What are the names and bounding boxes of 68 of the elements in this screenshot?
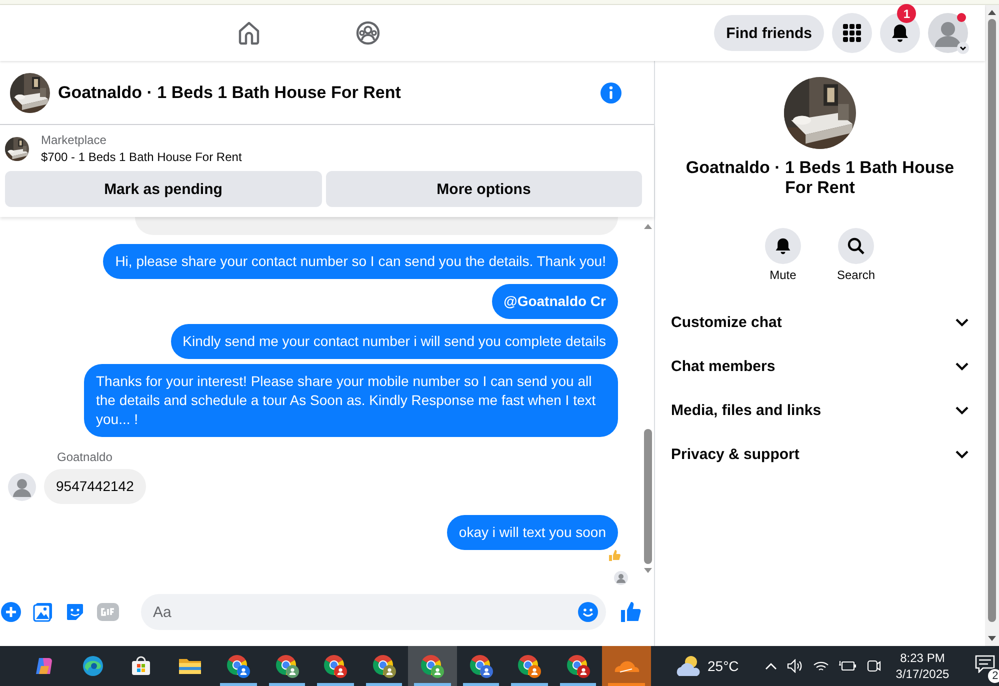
find-friends-button[interactable]: Find friends — [714, 15, 824, 51]
section-title: Media, files and links — [671, 402, 822, 418]
bell-icon — [774, 237, 792, 255]
seen-avatar-icon — [614, 571, 628, 585]
message-bubble: Hi, please share your contact number so I can send you the details. Thank you! — [103, 244, 618, 279]
section-header[interactable]: Chat members — [671, 344, 969, 388]
button-label: Search — [836, 268, 876, 282]
image-icon[interactable] — [33, 602, 53, 622]
taskbar-app[interactable] — [408, 646, 456, 686]
search-icon — [847, 237, 865, 255]
clock[interactable]: 8:23 PM 3/17/2025 — [896, 650, 950, 682]
listing-title: $700 - 1 Beds 1 Bath House For Rent — [41, 150, 242, 164]
thumbs-up-icon[interactable] — [620, 601, 642, 623]
home-icon[interactable] — [236, 20, 262, 46]
chevron-up-icon[interactable] — [764, 662, 777, 670]
info-icon[interactable] — [600, 82, 622, 104]
chat-title: Goatnaldo · 1 Beds 1 Bath House For Rent — [58, 82, 401, 102]
listing-source: Marketplace — [41, 133, 108, 147]
sender-name: Goatnaldo — [57, 450, 114, 464]
message-bubble: Thanks for your interest! Please share your mobile number so I can send you all the details and schedule a tour As Soon as. Kindly Response me fast when I text you... ! — [84, 364, 618, 437]
section-header[interactable]: Customize chat — [671, 300, 969, 344]
battery-icon[interactable] — [838, 660, 857, 672]
wifi-icon[interactable] — [812, 659, 829, 673]
message-input[interactable]: Aa — [141, 594, 606, 630]
section-header[interactable]: Media, files and links — [671, 388, 969, 432]
message-bubble: Kindly send me your contact number i will send you complete details — [170, 324, 618, 359]
grid-icon — [842, 23, 862, 43]
chevron-down-icon — [955, 450, 969, 458]
camera-icon[interactable] — [866, 659, 881, 673]
section-title: Privacy & support — [671, 446, 800, 462]
action-button[interactable]: More options — [326, 171, 642, 207]
scroll-down-icon[interactable] — [988, 636, 996, 642]
cloud-icon — [612, 658, 640, 674]
bell-icon — [890, 23, 910, 43]
section-title: Chat members — [671, 358, 776, 374]
wave-icon — [82, 655, 104, 677]
thumbs-up-reaction-icon — [605, 546, 623, 564]
chevron-down-icon — [955, 406, 969, 414]
notification-count: 2 — [987, 668, 999, 684]
bag-icon — [130, 655, 152, 677]
emoji-icon[interactable] — [578, 602, 598, 622]
menu-button[interactable] — [832, 13, 872, 53]
people-icon[interactable] — [355, 20, 381, 46]
avatar-icon — [8, 472, 36, 500]
scrollbar-thumb[interactable] — [644, 429, 652, 564]
search-button[interactable] — [838, 228, 874, 264]
message-bubble: 9547442142 — [44, 469, 146, 504]
notification-icon[interactable] — [975, 654, 996, 672]
chevron-down-icon — [955, 362, 969, 370]
chevron-down-icon — [955, 318, 969, 326]
message-bubble: okay i will text you soon — [446, 515, 618, 550]
sticker-icon[interactable] — [65, 602, 85, 622]
page-scrollbar[interactable] — [985, 5, 999, 646]
conversation-title: Goatnaldo · 1 Beds 1 Bath House For Rent — [685, 158, 955, 198]
temperature: 25°C — [708, 658, 739, 674]
scroll-up-icon[interactable] — [644, 223, 652, 229]
plus-icon[interactable] — [1, 602, 21, 622]
section-header[interactable]: Privacy & support — [671, 432, 969, 476]
mute-button[interactable] — [764, 228, 801, 264]
section-title: Customize chat — [671, 314, 782, 330]
button-label: Mute — [770, 268, 796, 282]
speaker-icon[interactable] — [786, 659, 803, 673]
message-bubble: @Goatnaldo Cr — [492, 284, 618, 319]
action-button[interactable]: Mark as pending — [5, 171, 322, 207]
chevron-down-icon — [957, 42, 969, 54]
scroll-down-icon[interactable] — [644, 568, 652, 574]
weather-icon — [674, 654, 702, 678]
scroll-up-icon[interactable] — [988, 9, 996, 15]
